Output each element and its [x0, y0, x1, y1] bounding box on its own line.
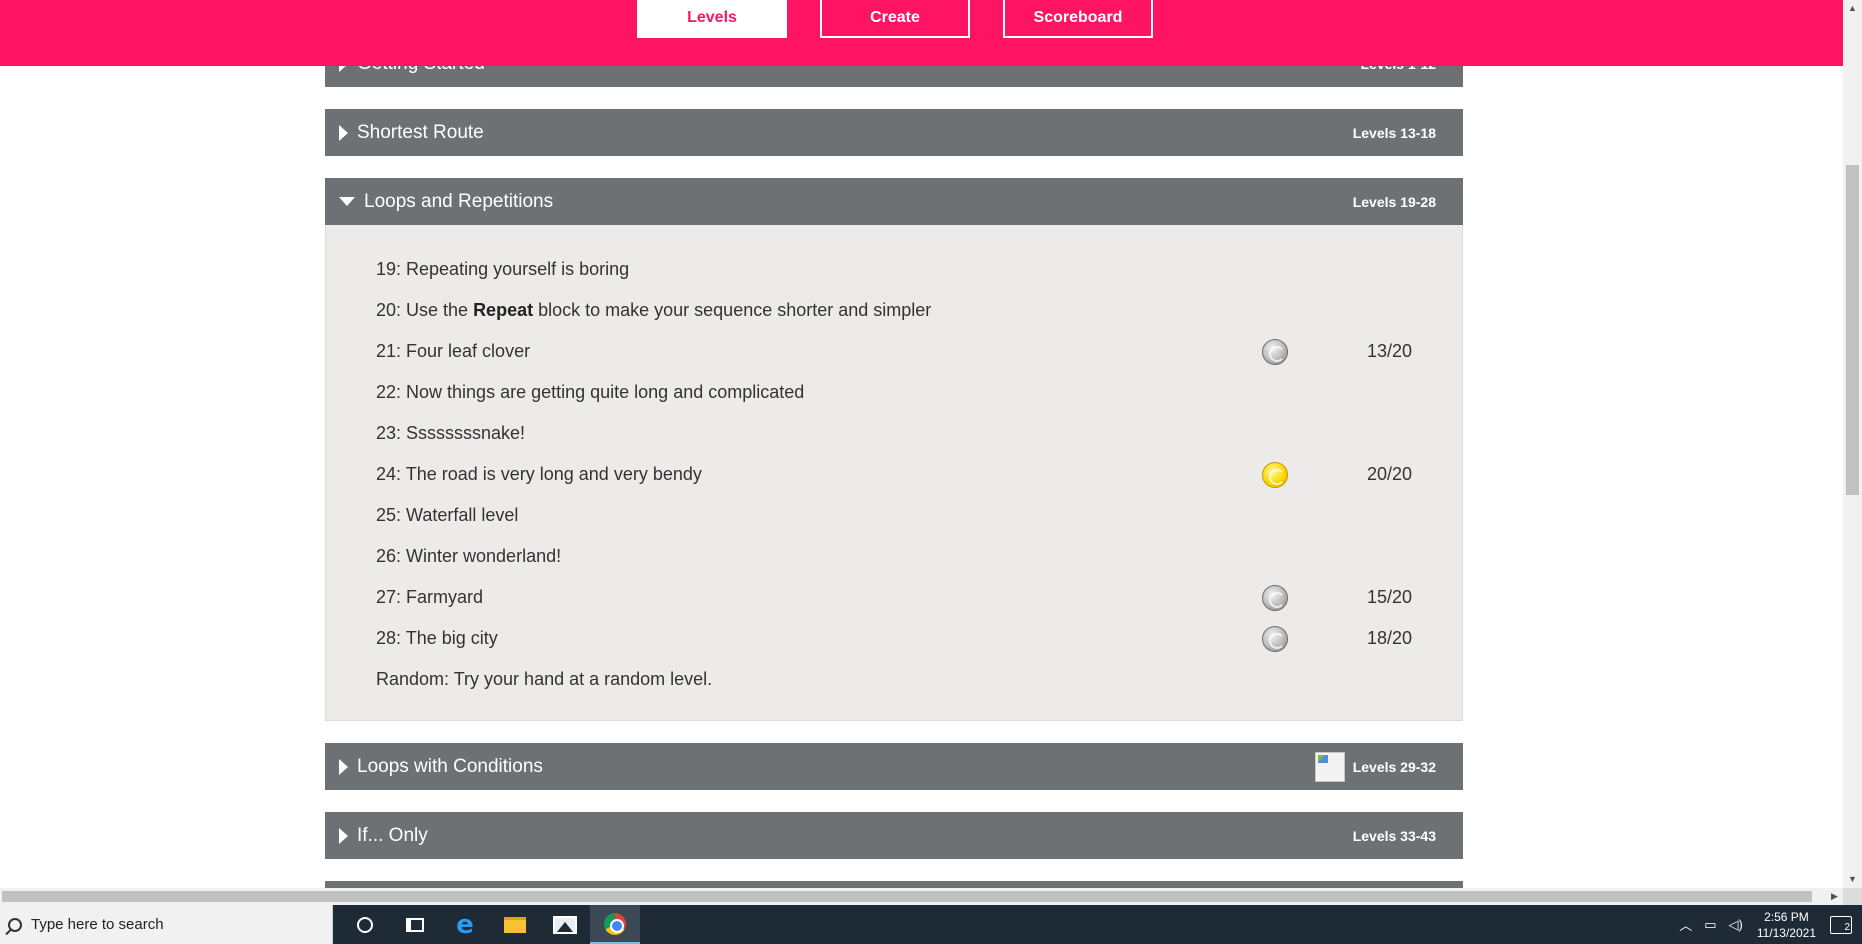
taskbar-search-box[interactable]: Type here to search	[0, 905, 333, 944]
level-row-28[interactable]: 28: The big city 18/20	[326, 618, 1462, 659]
section-range: Levels 29-32	[1352, 758, 1436, 775]
level-row-22[interactable]: 22: Now things are getting quite long an…	[326, 372, 1462, 413]
caret-right-icon	[339, 124, 348, 141]
scroll-right-arrow-icon[interactable]: ▶	[1826, 888, 1843, 905]
system-tray: ︿ ▭ ◁) 2:56 PM 11/13/2021 2	[1667, 905, 1852, 944]
level-row-21[interactable]: 21: Four leaf clover 13/20	[326, 331, 1462, 372]
section-if-only[interactable]: If... Only Levels 33-43	[325, 812, 1463, 859]
gold-medal-icon	[1262, 461, 1288, 488]
chrome-icon	[604, 912, 626, 935]
section-range: Levels 19-28	[1352, 193, 1436, 210]
level-label[interactable]: Random: Try your hand at a random level.	[376, 669, 1412, 690]
level-row-25[interactable]: 25: Waterfall level	[326, 495, 1462, 536]
section-range: Levels 13-18	[1352, 124, 1436, 141]
level-row-20[interactable]: 20: Use the Repeat block to make your se…	[326, 290, 1462, 331]
chrome-button[interactable]	[590, 905, 640, 944]
silver-medal-icon	[1262, 584, 1288, 611]
level-label-bold: Repeat	[473, 300, 534, 320]
cortana-button[interactable]	[340, 905, 390, 944]
photos-icon	[553, 915, 577, 934]
taskbar-pinned-apps: e	[340, 905, 640, 944]
level-row-19[interactable]: 19: Repeating yourself is boring	[326, 249, 1462, 290]
file-explorer-button[interactable]	[490, 905, 540, 944]
top-navigation-bar: Levels Create Scoreboard	[0, 0, 1843, 66]
level-row-26[interactable]: 26: Winter wonderland!	[326, 536, 1462, 577]
clock-date: 11/13/2021	[1756, 925, 1816, 940]
volume-icon[interactable]: ◁)	[1729, 917, 1743, 933]
level-label[interactable]: 23: Ssssssssnake!	[376, 423, 1412, 444]
level-label[interactable]: 24: The road is very long and very bendy	[376, 464, 1262, 485]
caret-right-icon	[339, 758, 348, 775]
scrollbar-corner	[1843, 888, 1862, 905]
level-label[interactable]: 28: The big city	[376, 628, 1262, 649]
level-label[interactable]: 26: Winter wonderland!	[376, 546, 1412, 567]
section-title: If... Only	[357, 824, 428, 846]
level-row-23[interactable]: 23: Ssssssssnake!	[326, 413, 1462, 454]
vertical-scrollbar[interactable]: ▲ ▼	[1843, 0, 1862, 888]
notification-count: 2	[1844, 921, 1850, 933]
tab-scoreboard[interactable]: Scoreboard	[1003, 0, 1153, 38]
level-label[interactable]: 20: Use the Repeat block to make your se…	[376, 300, 1412, 321]
taskbar-clock[interactable]: 2:56 PM 11/13/2021	[1757, 909, 1816, 941]
scroll-down-arrow-icon[interactable]: ▼	[1843, 871, 1862, 888]
caret-down-icon	[339, 197, 355, 206]
broken-image-icon	[1314, 751, 1345, 782]
folder-icon	[504, 916, 526, 933]
level-sections: Getting Started Levels 1-12 Shortest Rou…	[325, 40, 1463, 888]
level-score: 15/20	[1366, 587, 1412, 607]
task-view-button[interactable]	[390, 905, 440, 944]
level-score: 20/20	[1366, 464, 1412, 484]
horizontal-scrollbar[interactable]: ▶	[0, 888, 1843, 905]
browser-viewport: Levels Create Scoreboard Getting Started…	[0, 0, 1843, 888]
scroll-up-arrow-icon[interactable]: ▲	[1843, 0, 1862, 17]
section-range: Levels 33-43	[1352, 827, 1436, 844]
notification-icon[interactable]: 2	[1830, 915, 1852, 934]
clock-time: 2:56 PM	[1764, 909, 1809, 924]
section-title: Loops and Repetitions	[364, 190, 554, 212]
tab-create[interactable]: Create	[820, 0, 970, 38]
section-loops-with-conditions[interactable]: Loops with Conditions Levels 29-32	[325, 743, 1463, 790]
caret-right-icon	[339, 827, 348, 844]
taskbar-search-placeholder: Type here to search	[31, 916, 164, 933]
edge-icon: e	[456, 909, 474, 940]
level-row-random[interactable]: Random: Try your hand at a random level.	[326, 659, 1462, 700]
section-loops-and-repetitions[interactable]: Loops and Repetitions Levels 19-28	[325, 178, 1463, 225]
level-label-post: block to make your sequence shorter and …	[533, 300, 932, 320]
section-next-partial[interactable]	[325, 881, 1463, 888]
level-row-27[interactable]: 27: Farmyard 15/20	[326, 577, 1462, 618]
network-icon[interactable]: ▭	[1704, 917, 1716, 933]
level-label[interactable]: 21: Four leaf clover	[376, 341, 1262, 362]
silver-medal-icon	[1262, 338, 1288, 365]
search-icon	[8, 917, 22, 932]
vertical-scroll-thumb[interactable]	[1846, 165, 1859, 495]
photos-button[interactable]	[540, 905, 590, 944]
level-label[interactable]: 25: Waterfall level	[376, 505, 1412, 526]
task-view-icon	[406, 917, 424, 932]
nav-tabs: Levels Create Scoreboard	[637, 0, 1153, 38]
section-shortest-route[interactable]: Shortest Route Levels 13-18	[325, 109, 1463, 156]
level-row-24[interactable]: 24: The road is very long and very bendy…	[326, 454, 1462, 495]
level-label[interactable]: 27: Farmyard	[376, 587, 1262, 608]
level-list: 19: Repeating yourself is boring 20: Use…	[325, 225, 1463, 721]
windows-taskbar: Type here to search e ︿ ▭ ◁) 2:56 PM 11/…	[0, 905, 1862, 944]
section-title: Loops with Conditions	[357, 755, 543, 777]
level-score: 18/20	[1366, 628, 1412, 648]
chevron-up-icon[interactable]: ︿	[1679, 915, 1692, 934]
section-title: Shortest Route	[357, 121, 484, 143]
cortana-icon	[357, 916, 373, 933]
tab-levels[interactable]: Levels	[637, 0, 787, 38]
level-label[interactable]: 22: Now things are getting quite long an…	[376, 382, 1412, 403]
horizontal-scroll-thumb[interactable]	[2, 891, 1812, 902]
level-label-pre: 20: Use the	[376, 300, 474, 320]
edge-button[interactable]: e	[440, 905, 490, 944]
silver-medal-icon	[1262, 625, 1288, 652]
level-score: 13/20	[1366, 341, 1412, 361]
level-label[interactable]: 19: Repeating yourself is boring	[376, 259, 1412, 280]
